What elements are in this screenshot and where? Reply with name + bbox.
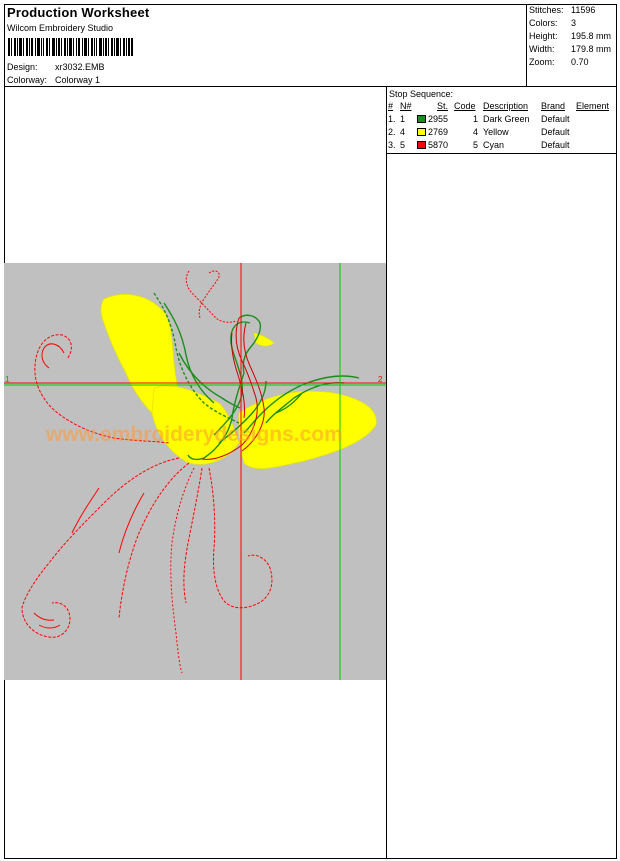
stitches-label: Stitches: [529,5,564,15]
row-needle: 5 [400,140,406,150]
software-name: Wilcom Embroidery Studio [7,23,114,33]
zoom-value: 0.70 [571,57,589,67]
row-description: Dark Green [483,114,530,124]
page-title: Production Worksheet [7,5,150,20]
stop-table-divider [386,153,617,154]
row-brand: Default [541,114,570,124]
row-thread-code: 5870 [428,140,449,150]
color-swatch [417,128,426,136]
zoom-label: Zoom: [529,57,555,67]
row-thread-code: 2955 [428,114,449,124]
stitches-value: 11596 [571,5,596,15]
row-code: 4 [473,127,479,137]
header-needle: N# [400,101,412,111]
design-value: xr3032.EMB [55,62,105,72]
design-label: Design: [7,62,38,72]
width-label: Width: [529,44,555,54]
stop-sequence-title: Stop Sequence: [389,89,454,99]
row-brand: Default [541,127,570,137]
colorway-label: Colorway: [7,75,48,85]
row-brand: Default [541,140,570,150]
width-value: 179.8 mm [571,44,612,54]
row-description: Cyan [483,140,505,150]
header-num: # [388,101,394,111]
header-divider [4,86,617,87]
row-num: 2. [388,127,396,137]
height-label: Height: [529,31,558,41]
colors-label: Colors: [529,18,558,28]
row-thread-code: 2769 [428,127,449,137]
row-code: 5 [473,140,479,150]
colors-value: 3 [571,18,577,28]
row-num: 1. [388,114,396,124]
header-description: Description [483,101,529,111]
colorway-value: Colorway 1 [55,75,101,85]
header-brand: Brand [541,101,566,111]
color-swatch [417,115,426,123]
height-value: 195.8 mm [571,31,612,41]
stats-divider [526,4,527,86]
row-description: Yellow [483,127,509,137]
marker-1: 1 [5,375,10,384]
row-num: 3. [388,140,396,150]
header-st: St. [437,101,449,111]
row-needle: 1 [400,114,406,124]
row-code: 1 [473,114,479,124]
marker-2: 2 [378,375,383,384]
row-needle: 4 [400,127,406,137]
embroidery-artwork: 1 2 www.embroiderydesigns.com [4,263,386,680]
color-swatch [417,141,426,149]
header-element: Element [576,101,610,111]
barcode [8,38,133,56]
column-divider [386,86,387,859]
header-code: Code [454,101,476,111]
design-preview: 1 2 www.embroiderydesigns.com [4,263,386,680]
watermark: www.embroiderydesigns.com [45,423,343,446]
